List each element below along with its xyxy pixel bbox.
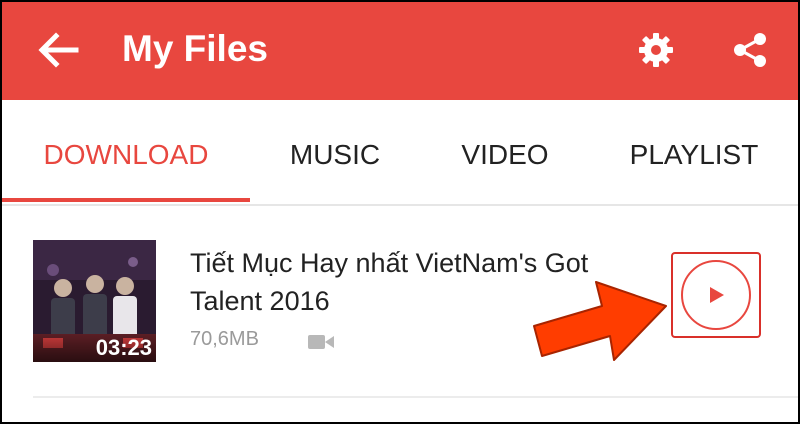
video-camera-icon [308, 334, 334, 350]
tab-music[interactable]: MUSIC [250, 100, 420, 204]
video-duration: 03:23 [33, 334, 156, 362]
tab-playlist[interactable]: PLAYLIST [590, 100, 798, 204]
back-arrow-icon[interactable] [36, 30, 80, 70]
play-icon [710, 287, 724, 303]
play-button[interactable] [681, 260, 751, 330]
list-divider [33, 396, 798, 398]
active-tab-indicator [2, 198, 250, 202]
video-thumbnail[interactable]: 03:23 [33, 240, 156, 362]
app-bar: My Files [2, 2, 798, 100]
tab-download[interactable]: DOWNLOAD [2, 100, 250, 204]
tab-video[interactable]: VIDEO [420, 100, 590, 204]
settings-gear-icon[interactable] [638, 32, 674, 68]
download-list-item[interactable]: 03:23 Tiết Mục Hay nhất VietNam's Got Ta… [2, 206, 798, 396]
play-button-highlight [671, 252, 761, 338]
page-title: My Files [122, 28, 268, 69]
tab-bar: DOWNLOAD MUSIC VIDEO PLAYLIST [2, 100, 798, 206]
file-size: 70,6MB [190, 328, 259, 350]
app-screen: My Files DOWNLOAD MUSIC VIDEO PLAYLIST 0… [0, 0, 800, 424]
annotation-arrow [530, 270, 670, 370]
share-icon[interactable] [732, 32, 768, 68]
